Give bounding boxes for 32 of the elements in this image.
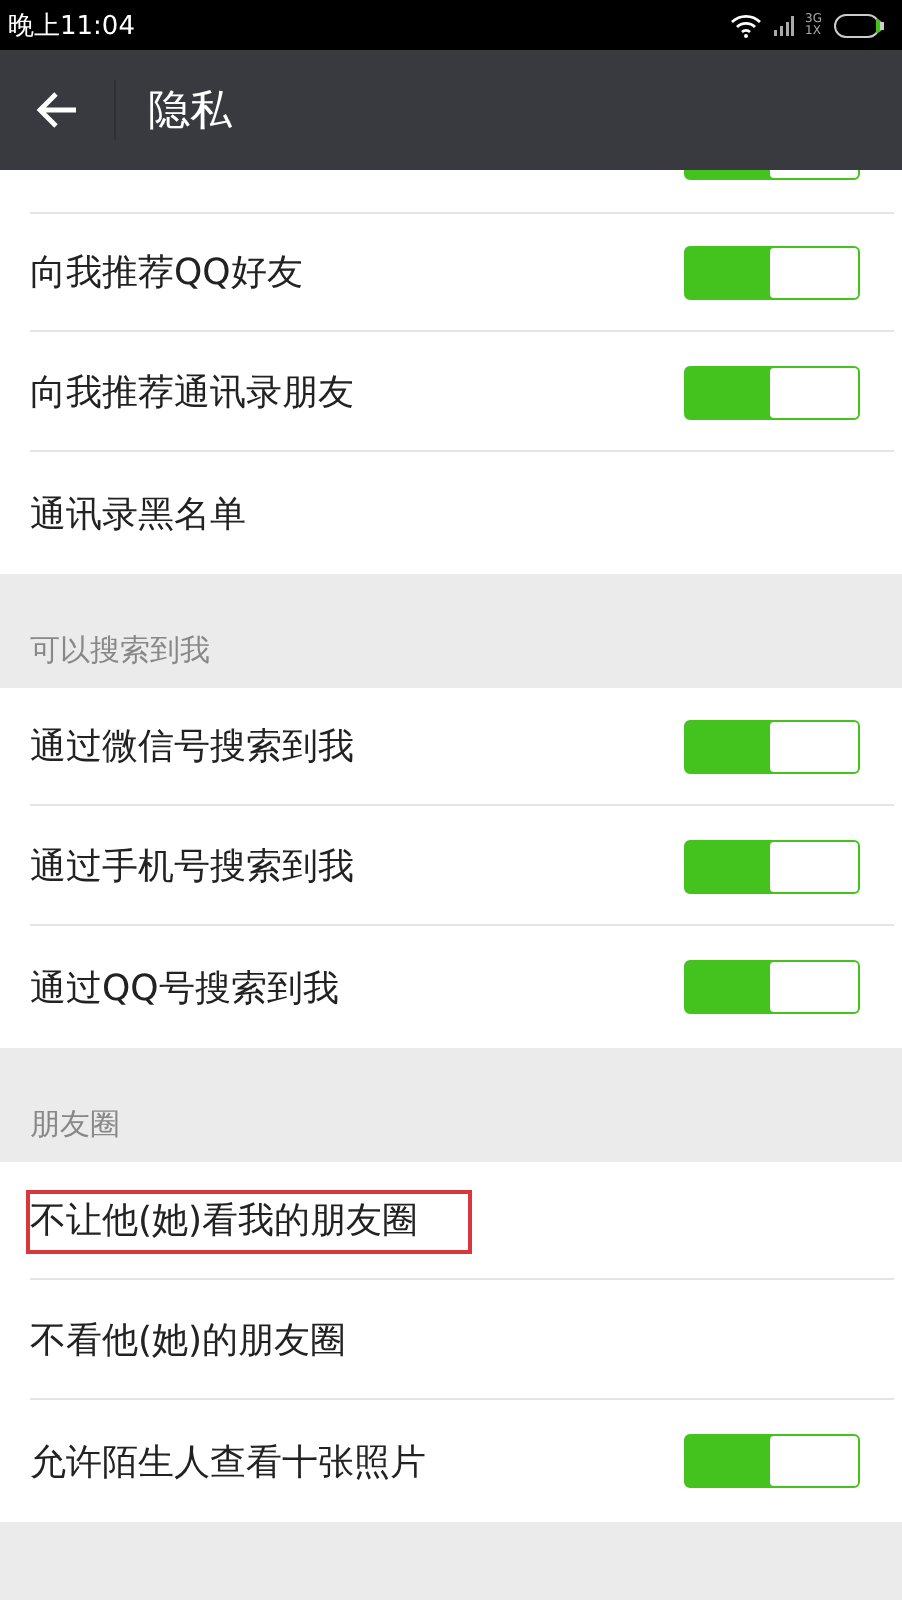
row-label: 不看他(她)的朋友圈 [30,1318,347,1364]
row-label: 不让他(她)看我的朋友圈 [30,1198,419,1244]
row-label: 通过手机号搜索到我 [30,844,354,890]
toggle-switch[interactable] [684,960,860,1014]
header-title: 隐私 [148,84,232,138]
row-label: 向我推荐通讯录朋友 [30,370,354,416]
status-time: 晚上11:04 [8,9,135,43]
settings-row[interactable]: 通过QQ号搜索到我 [0,928,902,1048]
toggle-switch[interactable] [684,245,860,299]
row-label: 通过微信号搜索到我 [30,724,354,770]
row-label: 允许陌生人查看十张照片 [30,1439,426,1485]
settings-row[interactable]: 通讯录黑名单 [0,454,902,574]
settings-row[interactable]: 向我推荐QQ好友 [0,214,902,334]
wifi-icon [729,13,762,37]
settings-row[interactable]: 不看他(她)的朋友圈 [0,1282,902,1402]
toggle-switch[interactable] [684,1434,860,1488]
signal-icon [773,15,794,35]
toggle-switch[interactable] [684,719,860,773]
settings-row[interactable]: 允许陌生人查看十张照片 [0,1402,902,1522]
settings-row[interactable]: 向我推荐通讯录朋友 [0,334,902,454]
settings-row[interactable]: 不让他(她)看我的朋友圈 [0,1162,902,1282]
row-label: 通过QQ号搜索到我 [30,965,339,1011]
section-title: 朋友圈 [30,1106,120,1144]
settings-row[interactable]: 通过微信号搜索到我 [0,688,902,808]
toggle-switch[interactable] [684,839,860,893]
toggle-switch[interactable] [684,365,860,419]
row-label: 通讯录黑名单 [30,491,246,537]
back-arrow-icon [34,90,78,130]
settings-row[interactable]: 通过手机号搜索到我 [0,808,902,928]
section-title: 可以搜索到我 [30,632,210,670]
row-label: 向我推荐QQ好友 [30,250,303,296]
battery-icon [834,13,886,37]
